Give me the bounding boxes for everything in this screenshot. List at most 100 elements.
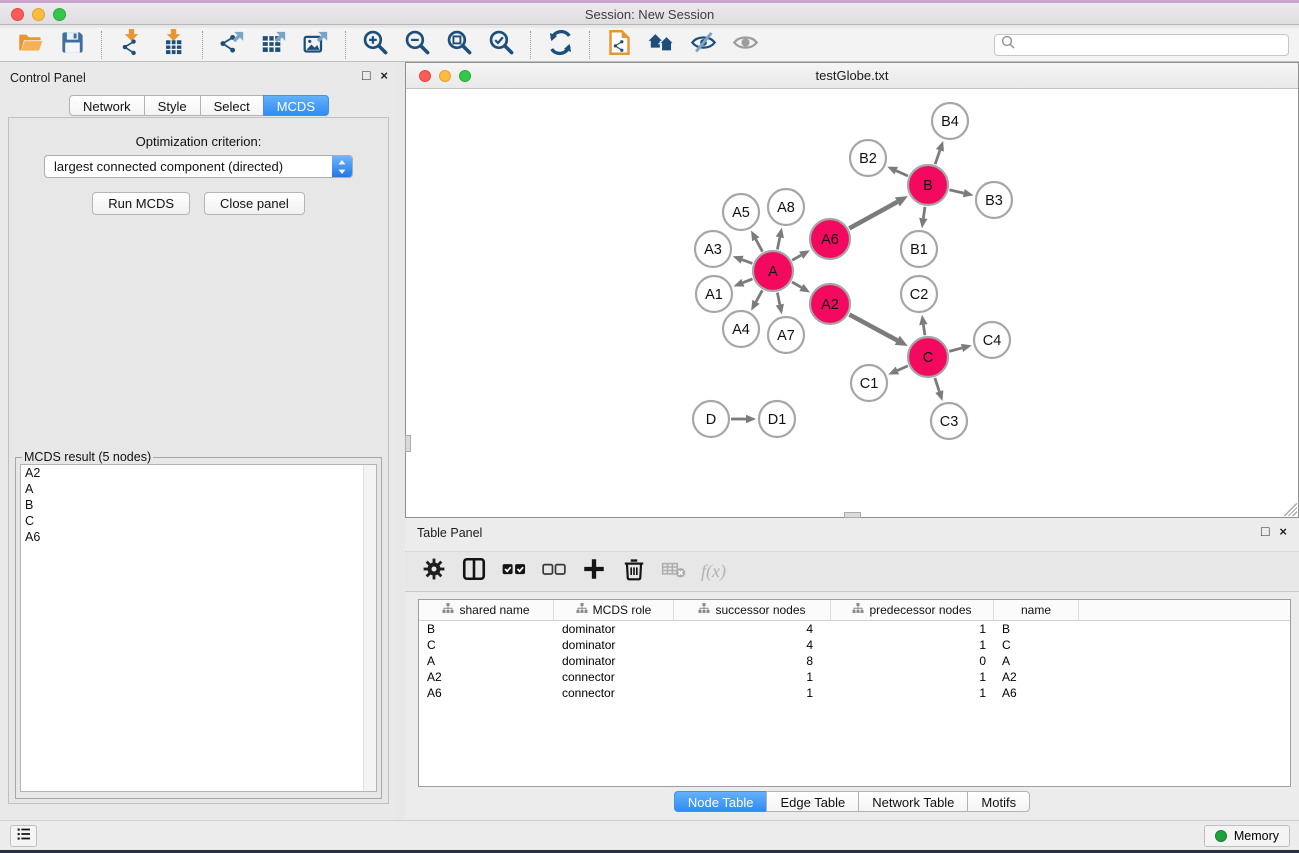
close-panel-icon[interactable]: × [380,68,388,83]
tab-node-table[interactable]: Node Table [674,791,767,812]
tab-select[interactable]: Select [200,95,263,116]
tab-motifs[interactable]: Motifs [967,791,1030,812]
import-network-button[interactable] [110,30,152,60]
network-canvas[interactable]: AA1A2A3A4A5A6A7A8BB1B2B3B4CC1C2C3C4DD1 [406,90,1298,517]
table-cell[interactable]: 0 [831,653,994,669]
graph-node-A1[interactable]: A1 [696,276,732,312]
optimization-criterion-select[interactable]: largest connected component (directed) [44,155,353,178]
graph-node-B1[interactable]: B1 [901,231,937,267]
home-button[interactable] [640,30,682,60]
search-field[interactable] [994,34,1289,56]
table-cell[interactable]: 8 [674,653,831,669]
mcds-result-item[interactable]: A6 [21,529,376,545]
table-cell[interactable]: dominator [554,621,674,637]
graph-node-C2[interactable]: C2 [901,276,937,312]
network-window-titlebar[interactable]: testGlobe.txt [406,63,1298,89]
graph-node-C1[interactable]: C1 [851,365,887,401]
column-header-shared-name[interactable]: shared name [419,600,554,620]
run-mcds-button[interactable]: Run MCDS [92,192,190,215]
table-cell[interactable]: 1 [831,669,994,685]
graph-node-B3[interactable]: B3 [976,182,1012,218]
table-cell[interactable]: B [994,621,1079,637]
zoom-fit-button[interactable] [438,30,480,60]
graph-node-A4[interactable]: A4 [723,311,759,347]
export-image-button[interactable] [295,30,337,60]
import-table-button[interactable] [152,30,194,60]
graph-node-C3[interactable]: C3 [931,403,967,439]
open-folder-button[interactable] [9,30,51,60]
table-cell[interactable]: C [994,637,1079,653]
left-collapse-grip[interactable] [405,435,411,452]
table-row[interactable]: Cdominator41C [419,637,1290,653]
table-row[interactable]: A2connector11A2 [419,669,1290,685]
table-cell[interactable]: A [419,653,554,669]
export-network-button[interactable] [211,30,253,60]
refresh-button[interactable] [539,30,581,60]
graph-node-B2[interactable]: B2 [850,140,886,176]
table-row[interactable]: Bdominator41B [419,621,1290,637]
column-header-MCDS-role[interactable]: MCDS role [554,600,674,620]
task-history-button[interactable] [10,825,37,847]
table-cell[interactable]: dominator [554,653,674,669]
table-row[interactable]: A6connector11A6 [419,685,1290,701]
graph-node-D[interactable]: D [693,401,729,437]
graph-node-A7[interactable]: A7 [768,317,804,353]
column-header-predecessor-nodes[interactable]: predecessor nodes [831,600,994,620]
graph-node-A2[interactable]: A2 [810,284,850,324]
table-row[interactable]: Adominator80A [419,653,1290,669]
graph-node-A6[interactable]: A6 [810,219,850,259]
mcds-result-item[interactable]: C [21,513,376,529]
table-cell[interactable]: A6 [994,685,1079,701]
trash-button[interactable] [620,558,647,585]
mcds-result-list[interactable]: A2ABCA6 [20,464,377,792]
export-table-button[interactable] [253,30,295,60]
mcds-result-item[interactable]: A [21,481,376,497]
column-header-successor-nodes[interactable]: successor nodes [674,600,831,620]
graph-node-A3[interactable]: A3 [695,231,731,267]
table-cell[interactable]: 1 [831,621,994,637]
float-table-panel-icon[interactable]: □ [1261,524,1269,539]
table-cell[interactable]: 1 [831,637,994,653]
zoom-in-button[interactable] [354,30,396,60]
graph-node-C4[interactable]: C4 [974,322,1010,358]
graph-node-B4[interactable]: B4 [932,103,968,139]
checkbox-unchecked-pair-button[interactable] [540,558,567,585]
close-panel-button[interactable]: Close panel [204,192,305,215]
tab-network[interactable]: Network [69,95,144,116]
close-table-panel-icon[interactable]: × [1279,524,1287,539]
copy-document-button[interactable] [598,30,640,60]
plus-button[interactable] [580,558,607,585]
graph-node-C[interactable]: C [908,337,948,377]
graph-node-D1[interactable]: D1 [759,401,795,437]
resize-grip-icon[interactable] [1284,503,1297,516]
table-cell[interactable]: 4 [674,621,831,637]
table-cell[interactable]: A6 [419,685,554,701]
graph-node-A[interactable]: A [753,251,793,291]
table-cell[interactable]: 1 [674,669,831,685]
gear-button[interactable] [420,558,447,585]
memory-button[interactable]: Memory [1204,825,1290,847]
table-cell[interactable]: 4 [674,637,831,653]
table-cell[interactable]: 1 [674,685,831,701]
save-button[interactable] [51,30,93,60]
mcds-result-item[interactable]: A2 [21,465,376,481]
table-cell[interactable]: dominator [554,637,674,653]
table-cell[interactable]: connector [554,685,674,701]
tab-network-table[interactable]: Network Table [858,791,967,812]
checkbox-checked-pair-button[interactable] [500,558,527,585]
table-cell[interactable]: A [994,653,1079,669]
tab-style[interactable]: Style [144,95,200,116]
table-cell[interactable]: A2 [994,669,1079,685]
search-input[interactable] [1019,36,1282,54]
split-columns-button[interactable] [460,558,487,585]
graph-node-B[interactable]: B [908,165,948,205]
hide-graphics-details-button[interactable] [682,30,724,60]
table-cell[interactable]: C [419,637,554,653]
mcds-result-item[interactable]: B [21,497,376,513]
tab-edge-table[interactable]: Edge Table [766,791,858,812]
table-cell[interactable]: B [419,621,554,637]
graph-node-A8[interactable]: A8 [768,189,804,225]
result-list-scrollbar[interactable] [363,465,376,791]
tab-mcds[interactable]: MCDS [263,95,329,116]
zoom-out-button[interactable] [396,30,438,60]
